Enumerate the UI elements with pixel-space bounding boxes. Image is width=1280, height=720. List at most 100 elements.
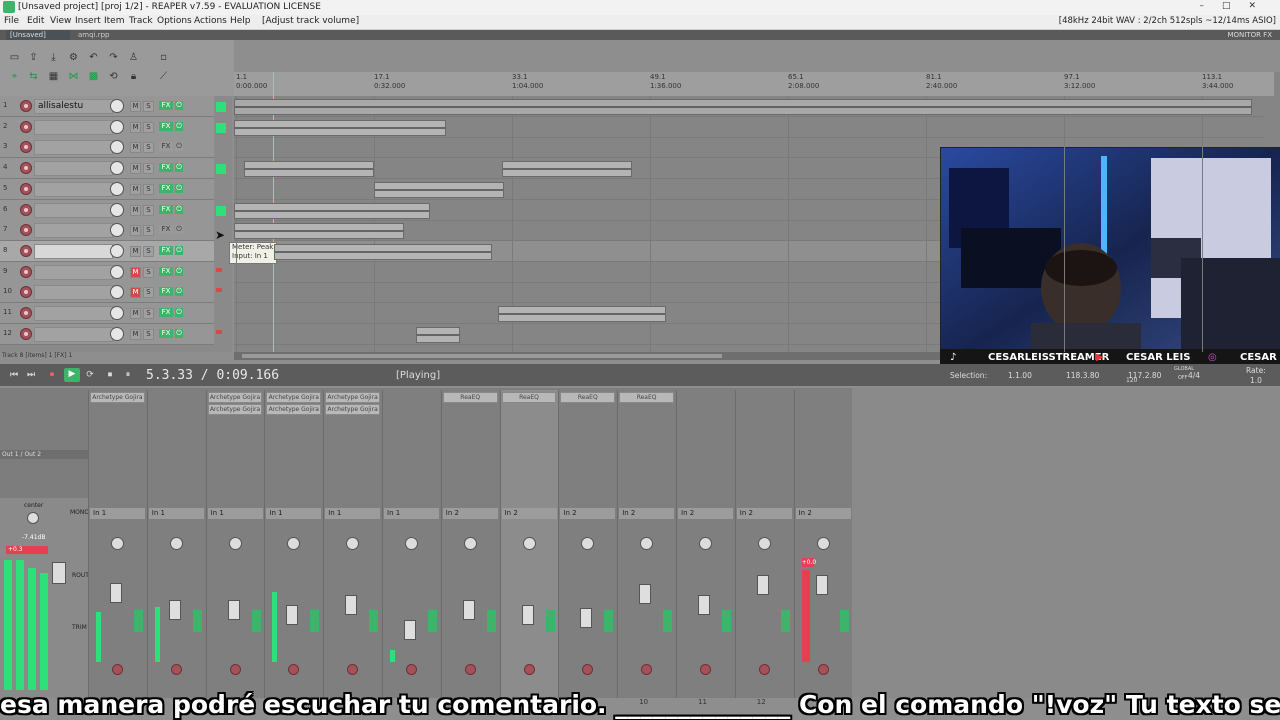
media-item[interactable] xyxy=(502,161,632,178)
record-arm-icon[interactable] xyxy=(20,162,32,175)
track-header[interactable]: 10 M S FX ⏻ xyxy=(0,282,214,304)
media-item[interactable] xyxy=(374,181,504,198)
input-select[interactable]: In 2 xyxy=(501,508,557,519)
media-item[interactable] xyxy=(234,99,1252,115)
media-item[interactable] xyxy=(234,119,446,136)
strip-fx-button[interactable] xyxy=(251,610,261,632)
fx-slot[interactable]: Archetype Gojira xyxy=(266,404,322,415)
mute-button[interactable]: M xyxy=(130,183,141,195)
strip-record-arm-icon[interactable] xyxy=(464,664,476,675)
fx-button[interactable]: FX xyxy=(159,328,173,338)
mute-button[interactable]: M xyxy=(130,121,141,133)
volume-fader[interactable] xyxy=(756,575,769,595)
menu-options[interactable]: Options xyxy=(157,16,192,26)
input-select[interactable]: In 1 xyxy=(207,508,263,519)
strip-record-arm-icon[interactable] xyxy=(817,664,829,675)
record-arm-icon[interactable] xyxy=(20,100,32,112)
track-name-field[interactable] xyxy=(34,285,113,301)
route-io-icon[interactable]: ⏻ xyxy=(175,183,183,193)
fx-slot[interactable]: ReaEQ xyxy=(619,392,674,403)
fx-button[interactable]: FX xyxy=(159,308,173,317)
volume-fader[interactable] xyxy=(286,605,299,625)
input-select[interactable]: In 2 xyxy=(442,508,498,519)
solo-button[interactable]: S xyxy=(143,101,154,112)
fx-button[interactable]: FX xyxy=(159,266,173,276)
route-io-icon[interactable]: ⏻ xyxy=(175,266,183,276)
pause-button[interactable]: ⏸ xyxy=(122,369,134,381)
record-arm-icon[interactable] xyxy=(20,327,32,340)
strip-fx-button[interactable] xyxy=(780,610,790,632)
solo-button[interactable]: S xyxy=(143,266,154,278)
strip-fx-button[interactable] xyxy=(545,610,555,632)
track-name-field[interactable]: allisalestu xyxy=(34,99,113,114)
loop-points-icon[interactable]: ⟲ xyxy=(107,71,120,83)
peak-clip-indicator[interactable]: +0.0 xyxy=(801,558,816,567)
input-select[interactable]: In 2 xyxy=(619,508,675,519)
track-name-field[interactable] xyxy=(34,181,113,197)
volume-fader[interactable] xyxy=(698,595,710,615)
route-io-icon[interactable]: ⏻ xyxy=(175,101,183,110)
track-name-field[interactable] xyxy=(34,306,113,321)
bpm-value[interactable]: 120 xyxy=(1126,377,1137,384)
media-item[interactable] xyxy=(416,326,460,343)
track-header[interactable]: 9 M S FX ⏻ xyxy=(0,261,214,283)
mute-button[interactable]: M xyxy=(130,142,141,154)
volume-fader[interactable] xyxy=(345,595,358,615)
record-arm-icon[interactable] xyxy=(20,265,32,278)
volume-fader[interactable] xyxy=(815,575,828,595)
master-trim-button[interactable]: TRIM xyxy=(72,624,87,631)
input-select[interactable]: In 1 xyxy=(384,508,439,519)
strip-record-arm-icon[interactable] xyxy=(170,664,182,675)
mute-button[interactable]: M xyxy=(130,225,141,237)
redo-icon[interactable]: ↷ xyxy=(107,52,120,64)
strip-fx-button[interactable] xyxy=(722,610,731,632)
pan-knob[interactable] xyxy=(463,537,477,550)
master-output-label[interactable]: Out 1 / Out 2 xyxy=(0,450,88,459)
auto-crossfade-icon[interactable]: ⋈ xyxy=(67,71,80,83)
selection-start[interactable]: 1.1.00 xyxy=(1008,371,1032,380)
monitor-fx-button[interactable]: MONITOR FX xyxy=(1227,30,1272,40)
route-io-icon[interactable]: ⏻ xyxy=(175,308,183,317)
pan-knob[interactable] xyxy=(169,537,183,550)
volume-knob[interactable] xyxy=(110,264,124,279)
master-fader[interactable] xyxy=(52,562,66,584)
repeat-button[interactable]: ⟳ xyxy=(84,369,96,381)
track-name-field[interactable] xyxy=(34,119,113,135)
pan-knob[interactable] xyxy=(111,537,124,550)
track-header[interactable]: 11 M S FX ⏻ xyxy=(0,303,214,324)
mute-button[interactable]: M xyxy=(130,287,141,299)
volume-fader[interactable] xyxy=(580,608,593,628)
toolbar-extra-icon[interactable]: ▫ xyxy=(157,52,170,64)
save-project-icon[interactable]: ⤓ xyxy=(47,52,60,64)
volume-knob[interactable] xyxy=(110,202,124,217)
track-header[interactable]: 12 M S FX ⏻ xyxy=(0,323,214,345)
global-label[interactable]: GLOBAL xyxy=(1174,366,1194,372)
volume-knob[interactable] xyxy=(110,326,124,341)
media-item[interactable] xyxy=(274,243,492,260)
route-io-icon[interactable]: ⏻ xyxy=(175,245,183,255)
solo-button[interactable]: S xyxy=(143,121,154,133)
record-arm-icon[interactable] xyxy=(20,203,32,216)
menu-track[interactable]: Track xyxy=(129,16,153,26)
strip-fx-button[interactable] xyxy=(428,610,437,632)
item-grouping-icon[interactable]: ▦ xyxy=(47,71,60,83)
strip-record-arm-icon[interactable] xyxy=(758,664,770,675)
track-name-field[interactable] xyxy=(34,326,113,342)
envelope-icon[interactable]: ⟋ xyxy=(157,71,170,83)
input-select[interactable]: In 1 xyxy=(90,508,145,519)
volume-knob[interactable] xyxy=(110,161,124,176)
strip-fx-button[interactable] xyxy=(369,610,379,632)
track-header[interactable]: 8 M S FX ⏻ xyxy=(0,240,214,262)
strip-fx-button[interactable] xyxy=(134,610,143,632)
fx-slot[interactable]: Archetype Gojira xyxy=(325,392,380,403)
window-controls[interactable]: –□✕ xyxy=(1199,1,1274,11)
pan-knob[interactable] xyxy=(816,537,830,550)
menu-actions[interactable]: Actions xyxy=(194,16,227,26)
go-to-start-button[interactable]: ⏮ xyxy=(8,369,20,381)
audio-device-status[interactable]: [48kHz 24bit WAV : 2/2ch 512spls ~12/14m… xyxy=(1059,16,1276,26)
mute-button[interactable]: M xyxy=(130,101,141,112)
volume-fader[interactable] xyxy=(462,600,475,620)
fx-slot[interactable]: ReaEQ xyxy=(560,392,616,403)
stop-button[interactable]: ⏹ xyxy=(104,369,116,381)
fx-button[interactable]: FX xyxy=(159,183,173,193)
